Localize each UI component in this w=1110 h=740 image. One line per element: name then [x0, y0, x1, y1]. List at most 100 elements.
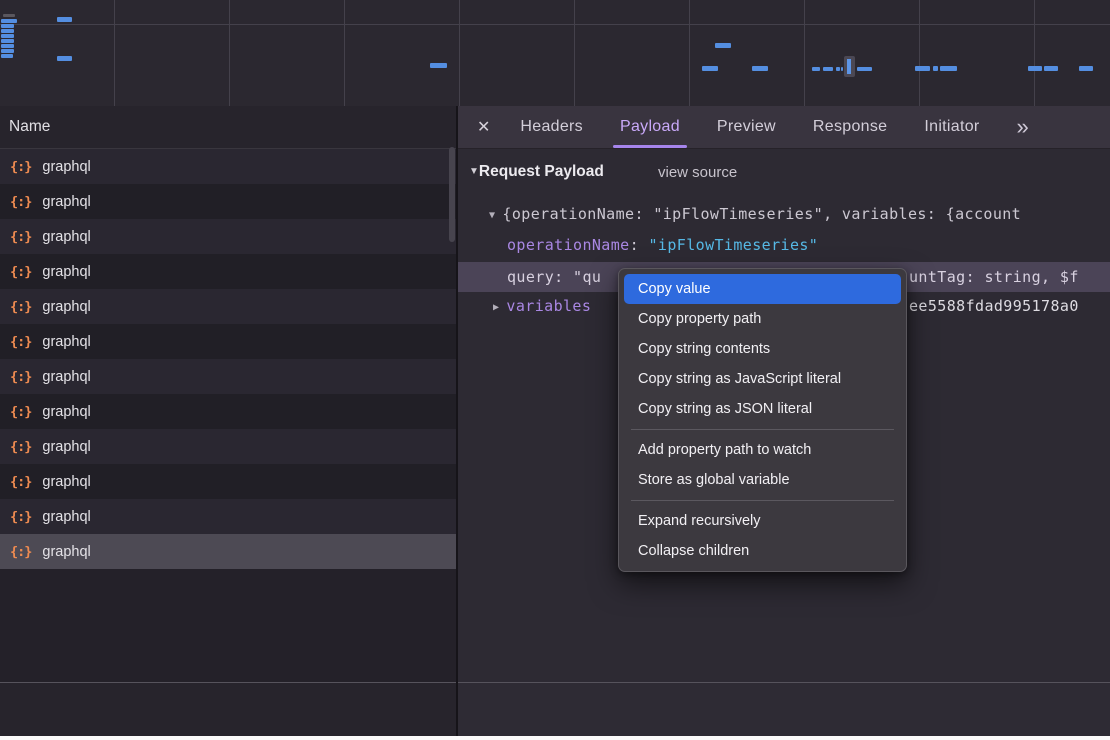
more-tabs-icon[interactable]: »: [1017, 116, 1029, 138]
table-row[interactable]: {:} graphql: [0, 499, 456, 534]
request-bar-gray: [3, 14, 15, 17]
request-name: graphql: [42, 194, 90, 210]
request-bar: [1, 29, 14, 33]
request-bar: [1, 49, 14, 53]
request-payload-section-header: ▼Request Payload view source: [469, 163, 604, 181]
table-row[interactable]: {:} graphql: [0, 184, 456, 219]
request-bar: [940, 66, 957, 71]
menu-separator: [631, 429, 894, 430]
table-row[interactable]: {:} graphql: [0, 394, 456, 429]
request-bar: [430, 63, 447, 68]
request-bar: [915, 66, 930, 71]
request-name: graphql: [42, 404, 90, 420]
table-row[interactable]: {:}graphql: [0, 534, 456, 569]
table-row[interactable]: {:}graphql: [0, 254, 456, 289]
request-name: graphql: [42, 439, 90, 455]
request-name: graphql: [42, 509, 90, 525]
menu-separator: [631, 500, 894, 501]
network-overview-timeline[interactable]: [0, 0, 1110, 107]
request-bar: [1, 44, 14, 48]
request-bar: [715, 43, 731, 48]
tab-payload[interactable]: Payload: [620, 106, 680, 148]
tab-initiator[interactable]: Initiator: [924, 106, 979, 148]
menu-item-expand-recursively[interactable]: Expand recursively: [624, 506, 901, 536]
json-braces-icon: {:}: [10, 264, 31, 280]
table-row[interactable]: {:}graphql: [0, 464, 456, 499]
menu-item-copy-string-contents[interactable]: Copy string contents: [624, 334, 901, 364]
request-bar: [836, 67, 840, 71]
table-row[interactable]: {:} graphql: [0, 324, 456, 359]
close-icon[interactable]: ✕: [477, 117, 490, 137]
json-braces-icon: {:}: [10, 404, 31, 420]
menu-item-copy-value[interactable]: Copy value: [624, 274, 901, 304]
tab-headers[interactable]: Headers: [520, 106, 583, 148]
request-bar: [857, 67, 872, 71]
table-row[interactable]: {:}graphql: [0, 149, 456, 184]
menu-item-add-property-path-to-watch[interactable]: Add property path to watch: [624, 435, 901, 465]
request-name: graphql: [42, 369, 90, 385]
request-name: graphql: [42, 299, 90, 315]
table-row[interactable]: {:} graphql: [0, 429, 456, 464]
menu-item-copy-string-as-javascript-literal[interactable]: Copy string as JavaScript literal: [624, 364, 901, 394]
menu-item-copy-property-path[interactable]: Copy property path: [624, 304, 901, 334]
tab-preview[interactable]: Preview: [717, 106, 776, 148]
menu-item-store-as-global-variable[interactable]: Store as global variable: [624, 465, 901, 495]
request-bar: [1, 24, 14, 28]
request-bar: [1, 39, 14, 43]
json-braces-icon: {:}: [10, 369, 31, 385]
table-row[interactable]: {:} graphql: [0, 359, 456, 394]
property-key: operationName: [507, 236, 630, 254]
payload-root-preview: {operationName: "ipFlowTimeseries", vari…: [502, 205, 1021, 223]
page-background-strip: [0, 736, 1110, 740]
request-name: graphql: [42, 474, 90, 490]
name-column-header[interactable]: Name: [0, 106, 456, 149]
request-name: graphql: [42, 334, 90, 350]
request-bar: [1, 34, 14, 38]
menu-item-copy-string-as-json-literal[interactable]: Copy string as JSON literal: [624, 394, 901, 424]
request-list: {:} graphql {:} graphql {:} graphql {:} graphql…: [0, 149, 456, 569]
request-bar: [57, 17, 72, 22]
payload-root-row[interactable]: ▼ {operationName: "ipFlowTimeseries", var…: [458, 200, 1110, 229]
request-bar: [812, 67, 820, 71]
json-braces-icon: {:}: [10, 509, 31, 525]
section-title: Request Payload: [479, 163, 604, 180]
table-row[interactable]: {:} graphql: [0, 289, 456, 324]
request-bar: [1, 19, 17, 23]
table-row[interactable]: {:}graphql: [0, 219, 456, 254]
request-list-footer: [0, 682, 456, 737]
json-braces-icon: {:}: [10, 194, 31, 210]
payload-row-operation-name[interactable]: operationName: "ipFlowTimeseries": [458, 231, 1110, 260]
detail-panel-footer: [458, 682, 1110, 737]
detail-tabs: Headers Payload Preview Response Initiator: [520, 106, 979, 148]
selected-request-marker: [844, 56, 855, 77]
collapsed-triangle-icon[interactable]: ▶: [493, 302, 499, 313]
request-bar: [57, 56, 72, 61]
menu-item-collapse-children[interactable]: Collapse children: [624, 536, 901, 566]
scrollbar-thumb[interactable]: [449, 147, 455, 242]
property-key: variables: [506, 297, 591, 315]
request-bar: [702, 66, 718, 71]
request-list-panel: Name {:}graphql{:}graphql{:}graphql{:}gr…: [0, 106, 456, 736]
request-bar: [841, 67, 843, 71]
variables-row-right-fragment: ee5588fdad995178a0: [909, 292, 1079, 321]
json-braces-icon: {:}: [10, 439, 31, 455]
selected-request-marker-bar: [847, 59, 851, 74]
tab-response[interactable]: Response: [813, 106, 887, 148]
query-row-left-fragment: query: "qu: [507, 268, 601, 286]
request-bar: [1028, 66, 1042, 71]
overview-gridline: [0, 24, 1110, 25]
view-source-link[interactable]: view source: [658, 164, 737, 181]
name-column-label: Name: [9, 118, 50, 135]
query-row-right-fragment: untTag: string, $f: [909, 262, 1079, 292]
section-collapse-triangle-icon[interactable]: ▼: [469, 166, 479, 177]
key-value-separator: :: [630, 236, 649, 254]
devtools-network-panel: Name {:}graphql{:}graphql{:}graphql{:}gr…: [0, 0, 1110, 740]
property-value-string: "ipFlowTimeseries": [648, 236, 818, 254]
request-bar: [1079, 66, 1093, 71]
json-braces-icon: {:}: [10, 544, 31, 560]
json-braces-icon: {:}: [10, 159, 31, 175]
expanded-triangle-icon[interactable]: ▼: [489, 210, 495, 221]
json-braces-icon: {:}: [10, 334, 31, 350]
request-bar: [823, 67, 833, 71]
json-braces-icon: {:}: [10, 299, 31, 315]
